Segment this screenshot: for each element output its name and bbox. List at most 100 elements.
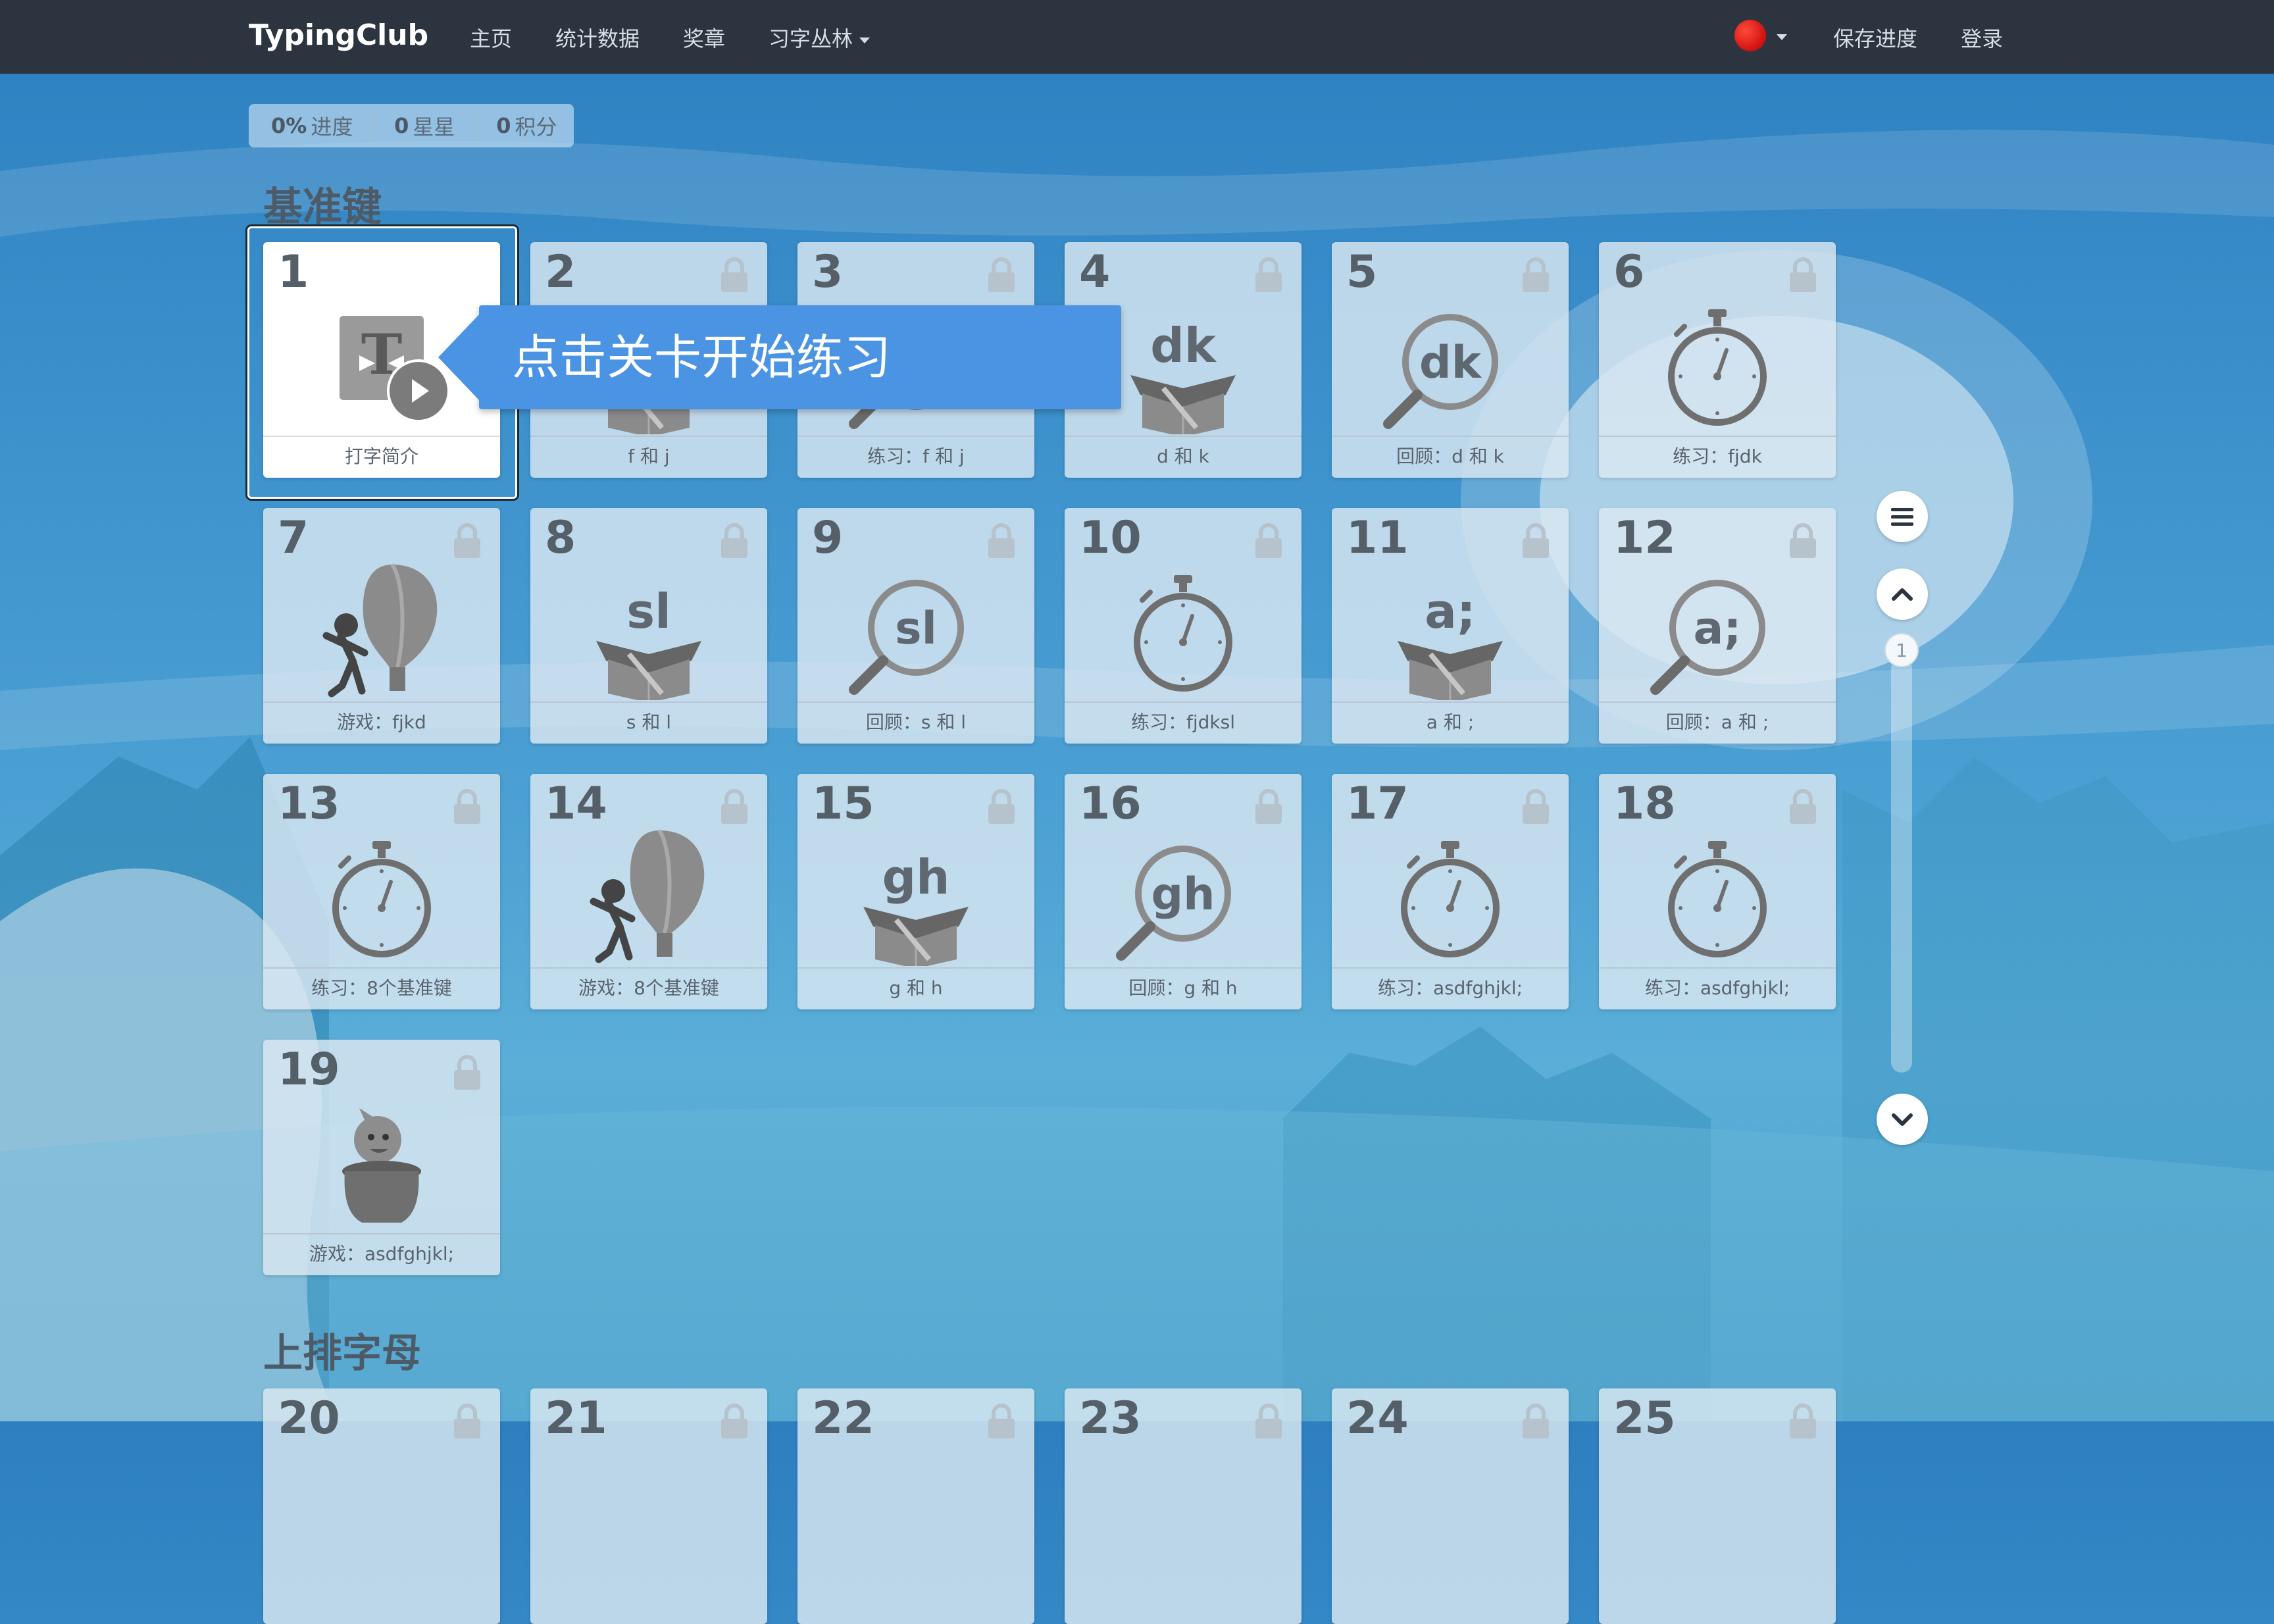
lesson-number: 24 (1346, 1392, 1409, 1444)
lesson-card-14[interactable]: 14 游戏：8个基准键 (530, 774, 767, 1009)
lesson-label: 练习：asdfghjkl; (1332, 967, 1569, 1009)
section-title-home-row: 基准键 (263, 184, 382, 230)
lock-icon (1254, 1403, 1283, 1442)
lesson-label: d 和 k (1065, 436, 1301, 478)
svg-text:a;: a; (1693, 603, 1741, 655)
lesson-number: 16 (1079, 778, 1142, 830)
lesson-card-16[interactable]: 16 gh 回顾：g 和 h (1065, 774, 1301, 1009)
lesson-card-15[interactable]: 15 gh g 和 h (797, 774, 1034, 1009)
lesson-label: 练习：fjdksl (1065, 701, 1301, 744)
chevron-down-icon[interactable] (1777, 34, 1787, 40)
stars-count: 0 (394, 113, 409, 138)
lesson-label: 练习：8个基准键 (263, 967, 500, 1009)
lock-icon (453, 1054, 482, 1094)
lock-icon (987, 257, 1016, 296)
magnifier-icon: sl (797, 562, 1034, 700)
lesson-card-7[interactable]: 7 游戏：fjkd (263, 508, 500, 744)
lock-icon (1254, 257, 1283, 296)
scroll-up-button[interactable] (1877, 569, 1928, 620)
lock-icon (1521, 522, 1550, 562)
lesson-card-18[interactable]: 18 练习：asdfghjkl; (1599, 774, 1836, 1009)
lesson-number: 14 (545, 778, 607, 830)
lesson-label: 回顾：a 和 ; (1599, 701, 1836, 744)
lesson-label: 回顾：g 和 h (1065, 967, 1301, 1009)
lock-icon (453, 1403, 482, 1442)
chevron-down-icon (859, 37, 871, 43)
svg-text:sl: sl (626, 584, 671, 639)
lock-icon (1788, 257, 1817, 296)
lesson-card-11[interactable]: 11 a; a 和 ; (1332, 508, 1569, 744)
section-title-top-row: 上排字母 (263, 1331, 421, 1377)
lock-icon (453, 788, 482, 828)
login-link[interactable]: 登录 (1961, 22, 2003, 53)
chevron-up-icon (1892, 588, 1913, 601)
lesson-number: 23 (1079, 1392, 1142, 1444)
nav-jungle-dropdown[interactable]: 习字丛林 (769, 22, 871, 53)
lesson-number: 1 (278, 246, 309, 298)
language-flag-icon[interactable] (1734, 20, 1766, 51)
brand-logo[interactable]: TypingClub (249, 18, 428, 52)
scroll-track[interactable] (1891, 658, 1912, 1073)
lock-icon (1521, 1403, 1550, 1442)
lesson-card-17[interactable]: 17 练习：asdfghjkl; (1332, 774, 1569, 1009)
nav-badges-link[interactable]: 奖章 (683, 22, 725, 53)
lesson-card-12[interactable]: 12 a; 回顾：a 和 ; (1599, 508, 1836, 744)
nav-stats-link[interactable]: 统计数据 (555, 22, 640, 53)
svg-text:dk: dk (1419, 337, 1482, 389)
svg-text:gh: gh (882, 850, 950, 905)
lesson-number: 10 (1079, 512, 1142, 564)
lock-icon (1254, 522, 1283, 562)
stopwatch-icon (1599, 828, 1836, 966)
progress-summary: 0% 进度 | 0 星星 | 0 积分 (249, 104, 574, 147)
menu-icon (1891, 508, 1913, 526)
lesson-label: 练习：asdfghjkl; (1599, 967, 1836, 1009)
lesson-card-20[interactable]: 20 (263, 1388, 500, 1624)
lesson-card-25[interactable]: 25 (1599, 1388, 1836, 1624)
lock-icon (1521, 257, 1550, 296)
lock-icon (720, 1403, 749, 1442)
lesson-number: 20 (278, 1392, 340, 1444)
magnifier-icon: dk (1332, 296, 1569, 434)
stopwatch-icon (1332, 828, 1569, 966)
stopwatch-icon (1599, 296, 1836, 434)
lesson-label: 打字简介 (263, 436, 500, 478)
box-icon: gh (797, 828, 1034, 969)
lesson-number: 3 (812, 246, 844, 298)
scroll-page-indicator: 1 (1884, 633, 1919, 667)
lesson-number: 22 (812, 1392, 874, 1444)
lesson-card-19[interactable]: 19 游戏：asdfghjkl; (263, 1040, 500, 1275)
lesson-number: 21 (545, 1392, 607, 1444)
menu-button[interactable] (1877, 491, 1928, 542)
lesson-card-24[interactable]: 24 (1332, 1388, 1569, 1624)
points-count: 0 (496, 113, 511, 138)
lock-icon (720, 522, 749, 562)
lesson-number: 4 (1079, 246, 1111, 298)
lock-icon (1788, 788, 1817, 828)
box-icon: sl (530, 562, 767, 703)
nav-home-link[interactable]: 主页 (470, 22, 512, 53)
lesson-card-21[interactable]: 21 (530, 1388, 767, 1624)
lesson-card-10[interactable]: 10 练习：fjdksl (1065, 508, 1301, 744)
lesson-number: 11 (1346, 512, 1409, 564)
lesson-number: 15 (812, 778, 874, 830)
lesson-number: 5 (1346, 246, 1378, 298)
lesson-card-13[interactable]: 13 练习：8个基准键 (263, 774, 500, 1009)
top-navbar: TypingClub 主页 统计数据 奖章 习字丛林 保存进度 登录 (0, 0, 2274, 74)
lesson-label: 回顾：s 和 l (797, 701, 1034, 744)
lesson-card-5[interactable]: 5 dk 回顾：d 和 k (1332, 242, 1569, 478)
balloon-icon (263, 562, 500, 700)
stopwatch-icon (1065, 562, 1301, 700)
lesson-card-9[interactable]: 9 sl 回顾：s 和 l (797, 508, 1034, 744)
lesson-card-8[interactable]: 8 sl s 和 l (530, 508, 767, 744)
scroll-down-button[interactable] (1877, 1094, 1928, 1145)
points-label: 积分 (515, 114, 557, 140)
lesson-card-22[interactable]: 22 (797, 1388, 1034, 1624)
lesson-label: 游戏：fjkd (263, 701, 500, 744)
lesson-card-6[interactable]: 6 练习：fjdk (1599, 242, 1836, 478)
save-progress-link[interactable]: 保存进度 (1833, 22, 1917, 53)
lesson-card-23[interactable]: 23 (1065, 1388, 1301, 1624)
lesson-number: 17 (1346, 778, 1409, 830)
box-icon: a; (1332, 562, 1569, 703)
divider: | (472, 113, 480, 138)
lesson-number: 6 (1613, 246, 1645, 298)
